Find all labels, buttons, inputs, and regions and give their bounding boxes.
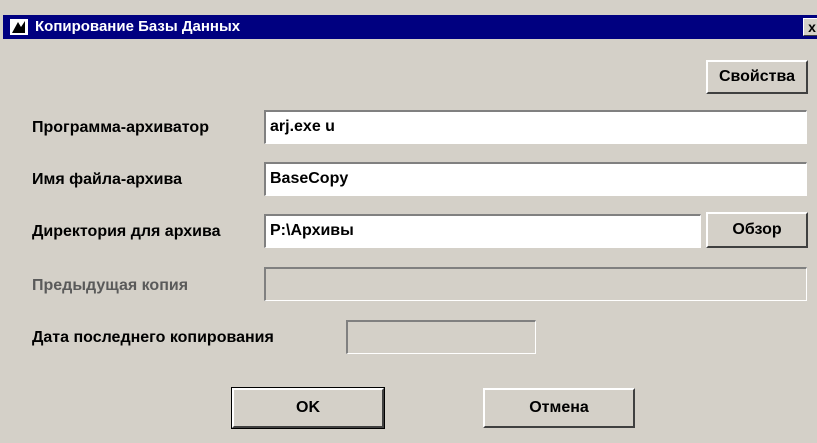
last-copy-date-label: Дата последнего копирования [32,329,274,346]
properties-button[interactable]: Свойства [706,60,808,94]
archive-name-label: Имя файла-архива [32,171,182,188]
close-button[interactable]: x [803,18,817,36]
app-icon [10,19,28,35]
close-icon: x [808,19,816,35]
window-title: Копирование Базы Данных [35,18,241,35]
last-copy-date-field [346,320,536,354]
previous-copy-label: Предыдущая копия [32,277,189,294]
archiver-label: Программа-архиватор [32,119,209,136]
archive-name-input[interactable]: BaseCopy [264,162,807,196]
archive-directory-input[interactable]: P:\Архивы [264,214,701,248]
title-bar: Копирование Базы Данных x [3,15,817,39]
archive-directory-label: Директория для архива [32,223,221,240]
archiver-input[interactable]: arj.exe u [264,110,807,144]
copy-database-dialog: Копирование Базы Данных x Свойства Прогр… [0,0,817,443]
previous-copy-field [264,267,807,301]
browse-button[interactable]: Обзор [706,212,808,248]
cancel-button[interactable]: Отмена [483,388,635,428]
ok-button[interactable]: OK [231,387,385,429]
